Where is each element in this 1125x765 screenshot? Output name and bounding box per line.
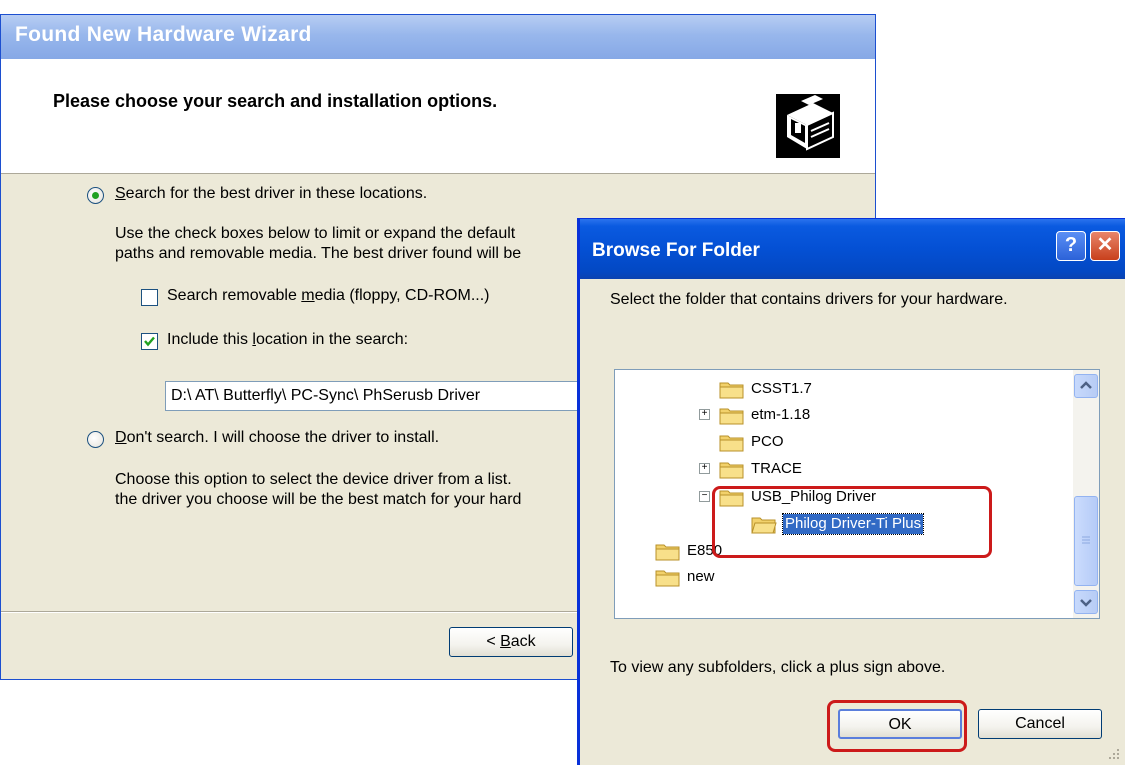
search-best-driver-label[interactable]: Search for the best driver in these loca… bbox=[115, 185, 427, 203]
tree-item[interactable]: CSST1.7 bbox=[615, 376, 1071, 402]
dont-search-description-line-2: the driver you choose will be the best m… bbox=[115, 491, 522, 508]
tree-item[interactable]: + etm-1.18 bbox=[615, 402, 1071, 428]
checkmark-icon bbox=[144, 336, 155, 347]
folder-tree[interactable]: CSST1.7 + etm-1.18 PCO + TRACE − USB_Phi… bbox=[614, 369, 1100, 619]
folder-icon bbox=[719, 435, 744, 452]
expand-plus-icon[interactable]: + bbox=[699, 409, 710, 420]
folder-icon bbox=[655, 570, 680, 587]
location-path-field[interactable]: D:\ AT\ Butterfly\ PC-Sync\ PhSerusb Dri… bbox=[165, 381, 595, 411]
wizard-heading: Please choose your search and installati… bbox=[53, 91, 498, 111]
include-location-checkbox[interactable] bbox=[141, 333, 158, 350]
dont-search-description-line-1: Choose this option to select the device … bbox=[115, 471, 512, 488]
wizard-title-bar[interactable]: Found New Hardware Wizard bbox=[1, 15, 875, 59]
browse-instruction: Select the folder that contains drivers … bbox=[610, 291, 1008, 308]
wizard-title: Found New Hardware Wizard bbox=[15, 23, 312, 46]
collapse-minus-icon[interactable]: − bbox=[699, 491, 710, 502]
search-description-line-1: Use the check boxes below to limit or ex… bbox=[115, 225, 516, 242]
browse-for-folder-dialog: Browse For Folder ? ✕ Select the folder … bbox=[577, 218, 1125, 765]
tree-item-label: Philog Driver-Ti Plus bbox=[781, 513, 925, 535]
dont-search-label[interactable]: Don't search. I will choose the driver t… bbox=[115, 429, 439, 447]
folder-icon bbox=[719, 382, 744, 399]
tree-item-label: new bbox=[687, 568, 715, 585]
close-icon: ✕ bbox=[1096, 234, 1114, 256]
folder-open-icon bbox=[751, 517, 777, 534]
tree-item-label: TRACE bbox=[751, 460, 802, 477]
search-description-line-2: paths and removable media. The best driv… bbox=[115, 245, 522, 262]
subfolder-hint: To view any subfolders, click a plus sig… bbox=[610, 659, 946, 676]
expand-plus-icon[interactable]: + bbox=[699, 463, 710, 474]
close-button[interactable]: ✕ bbox=[1090, 231, 1120, 261]
tree-item[interactable]: + TRACE bbox=[615, 456, 1071, 482]
help-icon: ? bbox=[1064, 234, 1078, 256]
folder-icon bbox=[719, 490, 744, 507]
tree-item-label: etm-1.18 bbox=[751, 406, 811, 423]
include-location-label[interactable]: Include this location in the search: bbox=[167, 331, 408, 349]
chevron-up-icon bbox=[1080, 381, 1092, 389]
dont-search-radio[interactable] bbox=[87, 431, 104, 448]
wizard-header: Please choose your search and installati… bbox=[1, 59, 875, 174]
tree-item-label: PCO bbox=[751, 433, 784, 450]
scroll-down-button[interactable] bbox=[1074, 590, 1098, 614]
back-button[interactable]: < Back bbox=[449, 627, 573, 657]
hardware-icon bbox=[776, 94, 840, 158]
tree-scrollbar[interactable] bbox=[1073, 370, 1099, 618]
tree-item-selected[interactable]: Philog Driver-Ti Plus bbox=[615, 511, 1071, 537]
tree-item[interactable]: − USB_Philog Driver bbox=[615, 484, 1071, 510]
browse-title: Browse For Folder bbox=[592, 240, 760, 261]
removable-media-label[interactable]: Search removable media (floppy, CD-ROM..… bbox=[167, 287, 489, 305]
chevron-down-icon bbox=[1080, 599, 1092, 607]
removable-media-checkbox[interactable] bbox=[141, 289, 158, 306]
browse-title-bar[interactable]: Browse For Folder ? ✕ bbox=[580, 219, 1125, 279]
tree-item[interactable]: new bbox=[615, 564, 1071, 590]
folder-icon bbox=[719, 462, 744, 479]
search-best-driver-radio[interactable] bbox=[87, 187, 104, 204]
scroll-thumb[interactable] bbox=[1074, 496, 1098, 586]
ok-button[interactable]: OK bbox=[838, 709, 962, 739]
resize-grip-icon[interactable] bbox=[1107, 747, 1121, 761]
tree-item-label: USB_Philog Driver bbox=[751, 488, 877, 505]
tree-item[interactable]: E850 bbox=[615, 538, 1071, 564]
scroll-up-button[interactable] bbox=[1074, 374, 1098, 398]
tree-item-label: E850 bbox=[687, 542, 723, 559]
tree-item-label: CSST1.7 bbox=[751, 380, 812, 397]
folder-icon bbox=[719, 408, 744, 425]
cancel-button[interactable]: Cancel bbox=[978, 709, 1102, 739]
grip-icon bbox=[1082, 536, 1090, 544]
help-button[interactable]: ? bbox=[1056, 231, 1086, 261]
tree-item[interactable]: PCO bbox=[615, 429, 1071, 455]
folder-icon bbox=[655, 544, 680, 561]
